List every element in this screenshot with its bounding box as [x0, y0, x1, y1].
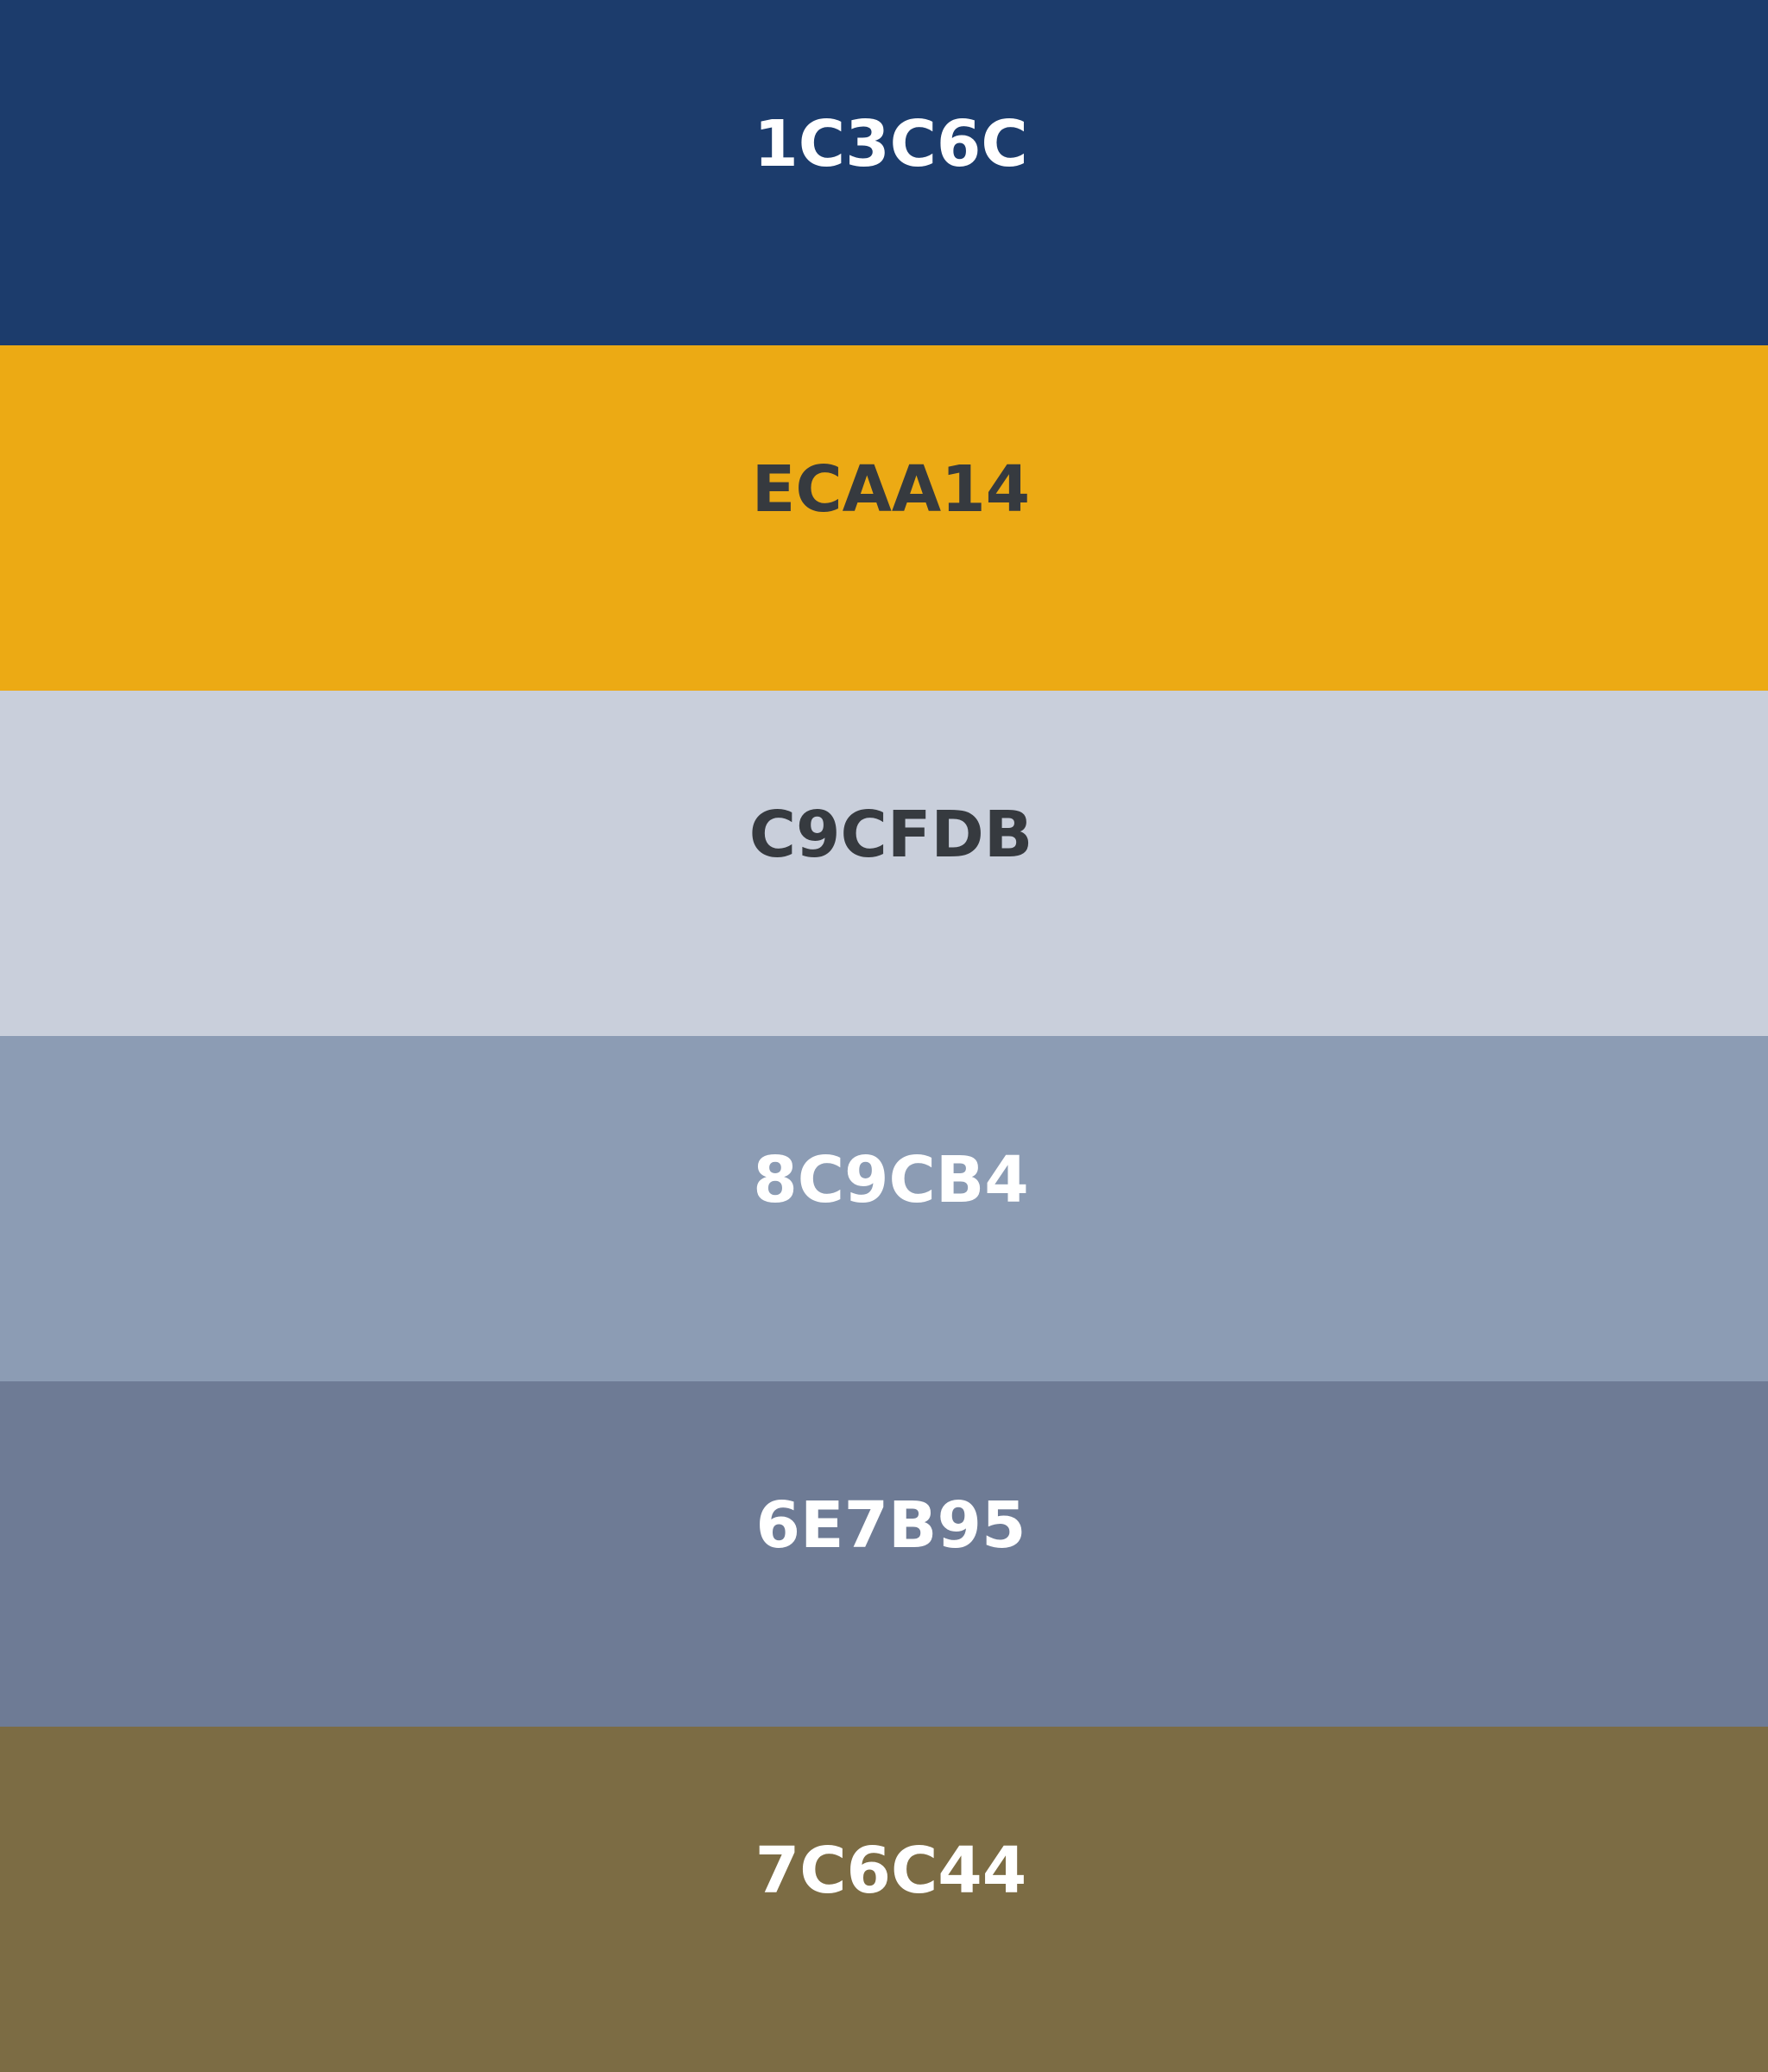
swatch-hex-label: 7C6C44 [755, 1834, 1027, 1908]
color-palette: 1C3C6C ECAA14 C9CFDB 8C9CB4 6E7B95 7C6C4… [0, 0, 1768, 2072]
color-swatch: 6E7B95 [0, 1381, 1768, 1727]
color-swatch: 1C3C6C [0, 0, 1768, 345]
swatch-hex-label: 6E7B95 [755, 1488, 1026, 1563]
color-swatch: C9CFDB [0, 691, 1768, 1036]
color-swatch: 7C6C44 [0, 1727, 1768, 2072]
swatch-hex-label: 1C3C6C [754, 107, 1028, 181]
swatch-hex-label: 8C9CB4 [753, 1143, 1029, 1217]
swatch-hex-label: C9CFDB [748, 798, 1033, 872]
color-swatch: 8C9CB4 [0, 1036, 1768, 1381]
swatch-hex-label: ECAA14 [751, 452, 1031, 527]
color-swatch: ECAA14 [0, 345, 1768, 691]
